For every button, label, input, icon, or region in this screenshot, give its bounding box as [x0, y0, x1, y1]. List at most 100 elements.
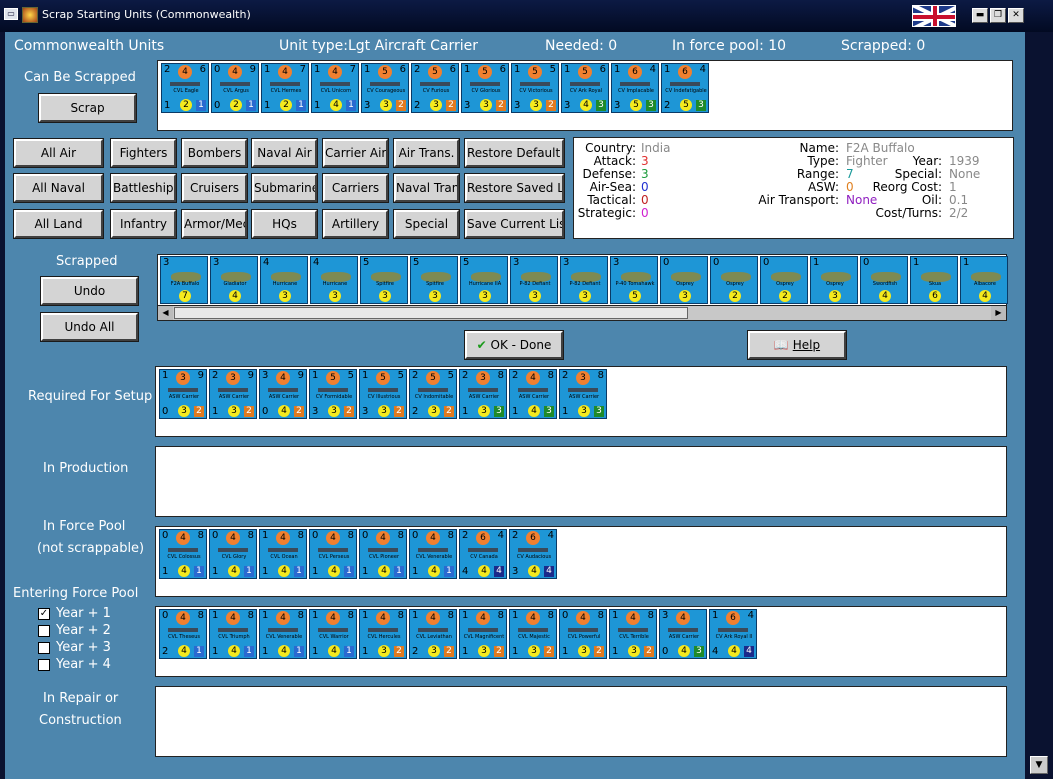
- unit-counter[interactable]: 1 5 5 CV Victorious 3 3 2: [511, 63, 559, 113]
- unit-counter[interactable]: 1 4 8 CVL Hercules 1 3 2: [359, 609, 407, 659]
- unit-counter[interactable]: 0 4 8 CVL Colossus 1 4 1: [159, 529, 207, 579]
- unit-counter[interactable]: 2 5 5 CV Indomitable 2 3 2: [409, 369, 457, 419]
- aircraft-counter[interactable]: 0 Osprey 3: [660, 256, 708, 304]
- filter-hqs-button[interactable]: HQs: [251, 209, 318, 239]
- aircraft-counter[interactable]: 5 Spitfire 3: [410, 256, 458, 304]
- save-current-list-button[interactable]: Save Current List: [464, 209, 565, 239]
- unit-counter[interactable]: 1 5 5 CV Illustrious 3 3 2: [359, 369, 407, 419]
- unit-counter[interactable]: 2 4 8 ASW Carrier 1 4 3: [509, 369, 557, 419]
- filter-bombers-button[interactable]: Bombers: [181, 138, 248, 168]
- unit-counter[interactable]: 3 4 9 ASW Carrier 0 4 2: [259, 369, 307, 419]
- scrapped-scrollbar[interactable]: ◀ ▶: [157, 305, 1007, 321]
- filter-fighters-button[interactable]: Fighters: [110, 138, 177, 168]
- unit-counter[interactable]: 1 5 6 CV Ark Royal 3 4 3: [561, 63, 609, 113]
- aircraft-counter[interactable]: 0 Osprey 2: [710, 256, 758, 304]
- aircraft-counter[interactable]: 0 Swordfish 4: [860, 256, 908, 304]
- filter-infantry-button[interactable]: Infantry: [110, 209, 177, 239]
- unit-counter[interactable]: 0 4 8 CVL Perseus 1 4 1: [309, 529, 357, 579]
- unit-counter[interactable]: 2 6 4 CV Audacious 3 4 4: [509, 529, 557, 579]
- entering-year-label[interactable]: Year + 4: [56, 657, 111, 672]
- scrap-button[interactable]: Scrap: [38, 93, 137, 123]
- aircraft-counter[interactable]: 1 Osprey 3: [810, 256, 858, 304]
- unit-counter[interactable]: 1 5 6 CV Glorious 3 3 2: [461, 63, 509, 113]
- aircraft-counter[interactable]: 0 Osprey 2: [760, 256, 808, 304]
- unit-counter[interactable]: 1 6 4 CV Ark Royal II 4 4 4: [709, 609, 757, 659]
- filter-carrier-air-button[interactable]: Carrier Air: [322, 138, 389, 168]
- unit-counter[interactable]: 0 4 8 CVL Venerable 1 4 1: [409, 529, 457, 579]
- filter-battleships-button[interactable]: Battleships: [110, 173, 177, 203]
- entering-year-checkbox[interactable]: [38, 642, 50, 654]
- unit-counter[interactable]: 2 3 8 ASW Carrier 1 3 3: [459, 369, 507, 419]
- filter-cruisers-button[interactable]: Cruisers: [181, 173, 248, 203]
- filter-air-trans-button[interactable]: Air Trans.: [393, 138, 460, 168]
- restore-button[interactable]: ❐: [990, 8, 1006, 23]
- aircraft-counter[interactable]: 3 F2A Buffalo 7: [160, 256, 208, 304]
- unit-counter[interactable]: 0 4 9 CVL Argus 0 2 1: [211, 63, 259, 113]
- scroll-left-icon[interactable]: ◀: [158, 306, 173, 320]
- unit-counter[interactable]: 1 3 9 ASW Carrier 0 3 2: [159, 369, 207, 419]
- filter-artillery-button[interactable]: Artillery: [322, 209, 389, 239]
- unit-counter[interactable]: 2 5 6 CV Furious 2 3 2: [411, 63, 459, 113]
- unit-counter[interactable]: 2 3 9 ASW Carrier 1 3 2: [209, 369, 257, 419]
- aircraft-counter[interactable]: 5 Hurricane IIA 3: [460, 256, 508, 304]
- unit-counter[interactable]: 1 4 8 CVL Warrior 1 4 1: [309, 609, 357, 659]
- unit-counter[interactable]: 1 4 8 CVL Terrible 1 3 2: [609, 609, 657, 659]
- aircraft-counter[interactable]: 1 Albacore 4: [960, 256, 1008, 304]
- entering-year-label[interactable]: Year + 3: [56, 640, 111, 655]
- system-menu-icon[interactable]: ▭: [4, 8, 18, 20]
- filter-naval-trans-button[interactable]: Naval Trans.: [393, 173, 460, 203]
- restore-default-list-button[interactable]: Restore Default List: [464, 138, 565, 168]
- filter-all-naval-button[interactable]: All Naval: [13, 173, 104, 203]
- restore-saved-list-button[interactable]: Restore Saved List: [464, 173, 565, 203]
- filter-carriers-button[interactable]: Carriers: [322, 173, 389, 203]
- unit-counter[interactable]: 1 4 8 CVL Leviathan 2 3 2: [409, 609, 457, 659]
- aircraft-counter[interactable]: 4 Hurricane 3: [310, 256, 358, 304]
- unit-counter[interactable]: 3 4 ASW Carrier 0 4 3: [659, 609, 707, 659]
- unit-counter[interactable]: 1 4 7 CVL Hermes 1 2 1: [261, 63, 309, 113]
- filter-armor-mech-button[interactable]: Armor/Mech: [181, 209, 248, 239]
- entering-year-checkbox[interactable]: ✓: [38, 608, 50, 620]
- unit-counter[interactable]: 2 3 8 ASW Carrier 1 3 3: [559, 369, 607, 419]
- scroll-right-icon[interactable]: ▶: [991, 306, 1006, 320]
- close-button[interactable]: ✕: [1008, 8, 1024, 23]
- aircraft-counter[interactable]: 3 P-82 Defiant 3: [560, 256, 608, 304]
- aircraft-counter[interactable]: 5 Spitfire 3: [360, 256, 408, 304]
- entering-year-checkbox[interactable]: [38, 625, 50, 637]
- entering-year-label[interactable]: Year + 2: [56, 623, 111, 638]
- scroll-thumb[interactable]: [174, 307, 688, 319]
- filter-all-air-button[interactable]: All Air: [13, 138, 104, 168]
- unit-counter[interactable]: 1 4 7 CVL Unicorn 1 4 1: [311, 63, 359, 113]
- unit-counter[interactable]: 0 4 8 CVL Powerful 1 3 2: [559, 609, 607, 659]
- unit-counter[interactable]: 1 4 8 CVL Magnificent 1 3 2: [459, 609, 507, 659]
- aircraft-counter[interactable]: 3 P-82 Defiant 3: [510, 256, 558, 304]
- undo-all-button[interactable]: Undo All: [40, 312, 139, 342]
- filter-all-land-button[interactable]: All Land: [13, 209, 104, 239]
- minimize-button[interactable]: ▬: [972, 8, 988, 23]
- ok-done-button[interactable]: ✔ OK - Done: [464, 330, 564, 360]
- unit-counter[interactable]: 1 4 8 CVL Venerable 1 4 1: [259, 609, 307, 659]
- unit-counter[interactable]: 1 6 4 CV Indefatigable 2 5 3: [661, 63, 709, 113]
- aircraft-counter[interactable]: 3 P-40 Tomahawk 5: [610, 256, 658, 304]
- unit-counter[interactable]: 1 4 8 CVL Triumph 1 4 1: [209, 609, 257, 659]
- filter-naval-air-button[interactable]: Naval Air: [251, 138, 318, 168]
- aircraft-counter[interactable]: 1 Skua 6: [910, 256, 958, 304]
- entering-year-checkbox[interactable]: [38, 659, 50, 671]
- aircraft-counter[interactable]: 4 Hurricane 3: [260, 256, 308, 304]
- undo-button[interactable]: Undo: [40, 276, 139, 306]
- unit-counter[interactable]: 1 6 4 CV Implacable 3 5 3: [611, 63, 659, 113]
- filter-special-button[interactable]: Special: [393, 209, 460, 239]
- entering-year-label[interactable]: Year + 1: [56, 606, 111, 621]
- filter-submarines-button[interactable]: Submarines: [251, 173, 318, 203]
- unit-counter[interactable]: 1 4 8 CVL Ocean 1 4 1: [259, 529, 307, 579]
- unit-counter[interactable]: 2 4 6 CVL Eagle 1 2 1: [161, 63, 209, 113]
- aircraft-counter[interactable]: 3 Gladiator 4: [210, 256, 258, 304]
- help-button[interactable]: 📖 Help: [747, 330, 847, 360]
- unit-counter[interactable]: 0 4 8 CVL Theseus 2 4 1: [159, 609, 207, 659]
- scroll-down-button[interactable]: ▼: [1030, 756, 1048, 774]
- unit-counter[interactable]: 0 4 8 CVL Pioneer 1 4 1: [359, 529, 407, 579]
- unit-counter[interactable]: 2 6 4 CV Canada 4 4 4: [459, 529, 507, 579]
- unit-counter[interactable]: 0 4 8 CVL Glory 1 4 1: [209, 529, 257, 579]
- unit-counter[interactable]: 1 5 6 CV Courageous 3 3 2: [361, 63, 409, 113]
- unit-counter[interactable]: 1 5 5 CV Formidable 3 3 2: [309, 369, 357, 419]
- unit-counter[interactable]: 1 4 8 CVL Majestic 1 3 2: [509, 609, 557, 659]
